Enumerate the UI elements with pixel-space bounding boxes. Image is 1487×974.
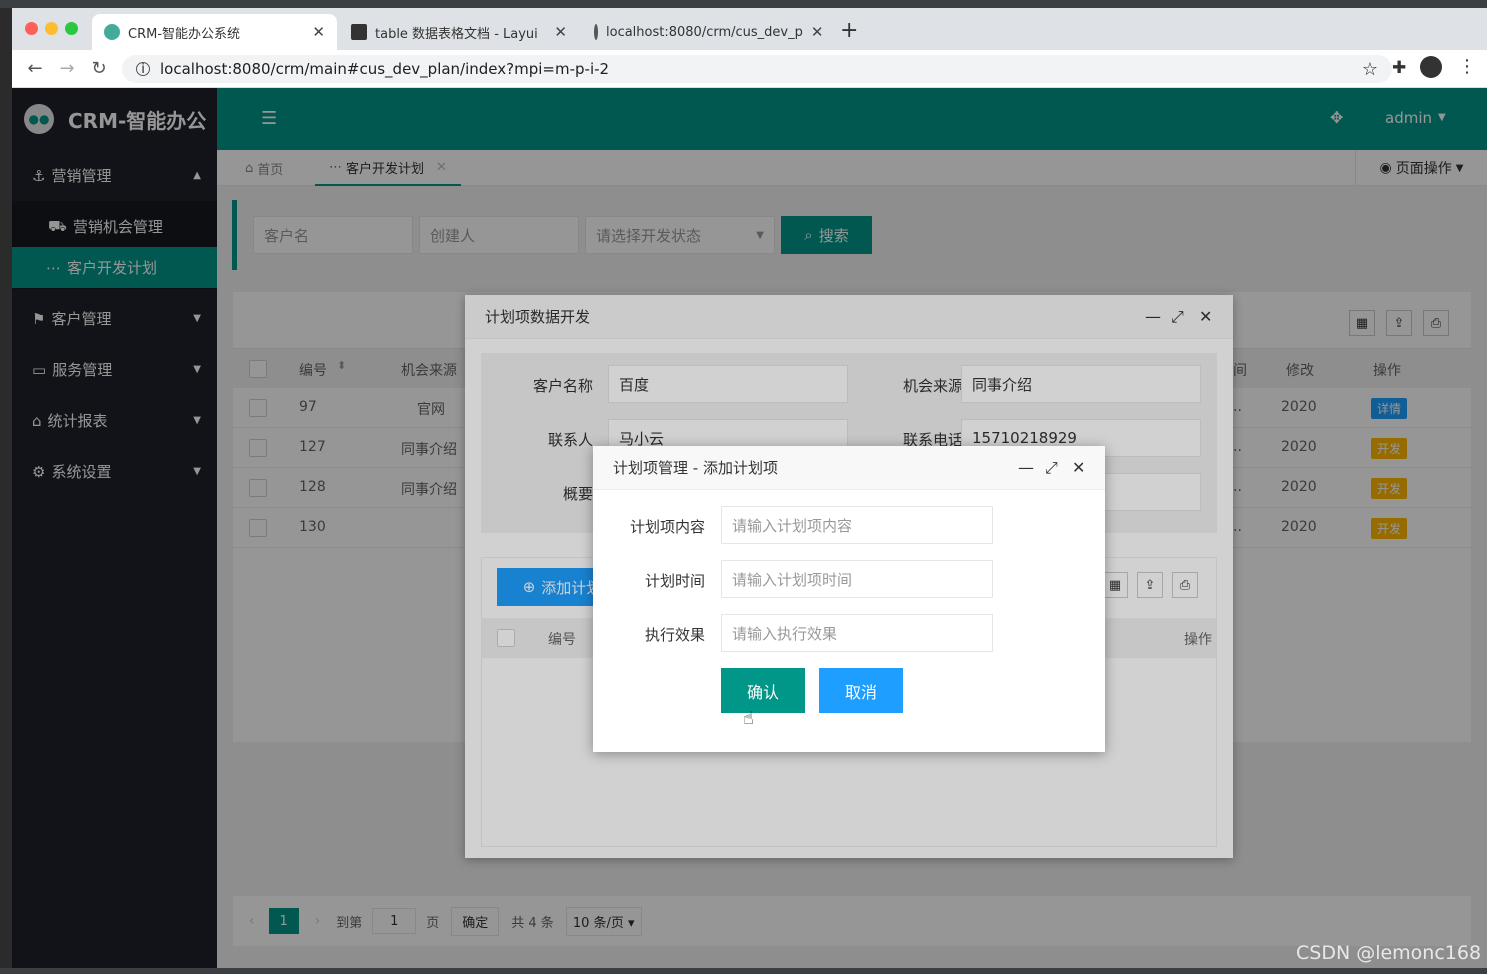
maximize-icon[interactable]: ⤢ (1045, 458, 1058, 478)
browser-tab-title: CRM-智能办公系统 (128, 26, 241, 42)
confirm-button[interactable]: 确认 (721, 668, 805, 713)
hand-cursor-icon: ☝ (743, 708, 754, 729)
close-icon[interactable]: ✕ (554, 23, 567, 41)
cancel-button[interactable]: 取消 (819, 668, 903, 713)
forward-arrow-icon[interactable]: → (56, 58, 78, 79)
add-plan-item-dialog: 计划项管理 - 添加计划项 — ⤢ ✕ 计划项内容 请输入计划项内容 计划时间 … (593, 446, 1105, 752)
star-icon[interactable]: ☆ (1362, 59, 1378, 80)
plan-content-input[interactable]: 请输入计划项内容 (721, 506, 993, 544)
status-strip (0, 968, 1487, 974)
info-icon[interactable]: i (136, 62, 150, 77)
more-menu-icon[interactable]: ⋮ (1458, 56, 1476, 77)
browser-tab-title: localhost:8080/crm/cus_dev_p (606, 24, 803, 40)
address-bar: ← → ↻ i localhost:8080/crm/main#cus_dev_… (12, 50, 1487, 88)
browser-tab-layui[interactable]: table 数据表格文档 - Layui ✕ (339, 14, 579, 50)
browser-tab-bar: CRM-智能办公系统 ✕ table 数据表格文档 - Layui ✕ loca… (12, 8, 1487, 50)
watermark: CSDN @lemonc168 (1296, 942, 1482, 964)
crm-favicon-icon (104, 24, 120, 40)
new-tab-button[interactable]: + (840, 18, 858, 43)
browser-tab-title: table 数据表格文档 - Layui (375, 26, 538, 42)
globe-icon (594, 24, 598, 40)
browser-tab-crm[interactable]: CRM-智能办公系统 ✕ (92, 14, 337, 50)
extensions-icon[interactable]: ✚ (1392, 58, 1406, 78)
close-icon[interactable]: ✕ (312, 23, 325, 41)
crm-app: ●● CRM-智能办公 ⚓ 营销管理 ▲ ⛟ 营销机会管理 ⋯ 客户开发计划 ⚑… (12, 88, 1487, 968)
minimize-icon[interactable]: — (1018, 458, 1034, 477)
reload-icon[interactable]: ↻ (88, 58, 110, 79)
url-field[interactable]: i localhost:8080/crm/main#cus_dev_plan/i… (122, 55, 1392, 83)
profile-avatar-icon[interactable] (1420, 56, 1442, 78)
content-label: 计划项内容 (629, 518, 705, 536)
close-icon[interactable]: ✕ (811, 23, 824, 41)
top-strip (0, 0, 1487, 8)
close-window-button[interactable] (25, 22, 38, 35)
url-text: localhost:8080/crm/main#cus_dev_plan/ind… (160, 60, 610, 78)
effect-label: 执行效果 (644, 626, 705, 644)
layui-favicon-icon (351, 24, 367, 40)
browser-tab-localhost[interactable]: localhost:8080/crm/cus_dev_p ✕ (582, 14, 827, 50)
back-arrow-icon[interactable]: ← (24, 58, 46, 79)
maximize-window-button[interactable] (65, 22, 78, 35)
dialog-title-text: 计划项管理 - 添加计划项 (613, 459, 778, 477)
close-icon[interactable]: ✕ (1072, 458, 1085, 477)
plan-time-input[interactable]: 请输入计划项时间 (721, 560, 993, 598)
time-label: 计划时间 (644, 572, 705, 590)
effect-input[interactable]: 请输入执行效果 (721, 614, 993, 652)
minimize-window-button[interactable] (45, 22, 58, 35)
